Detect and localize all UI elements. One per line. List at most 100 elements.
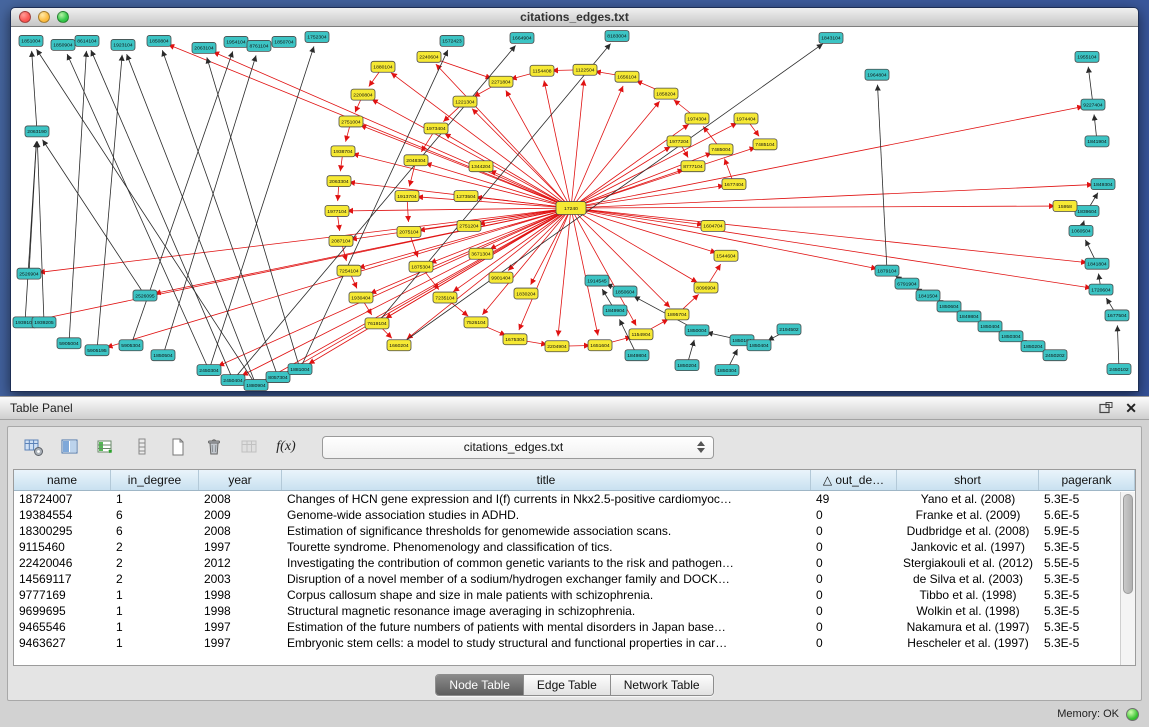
column-header-pagerank[interactable]: pagerank (1039, 470, 1135, 490)
graph-node[interactable]: 1221304 (453, 96, 477, 107)
graph-node[interactable]: 1752304 (305, 31, 329, 42)
graph-node[interactable]: 2751204 (457, 220, 481, 231)
graph-node[interactable]: 8096904 (694, 282, 718, 293)
graph-node[interactable]: 1843104 (819, 32, 843, 43)
table-row[interactable]: 946554611997Estimation of the future num… (14, 619, 1135, 635)
graph-node[interactable]: 1880904 (244, 380, 268, 391)
graph-node[interactable]: 1850004 (685, 325, 709, 336)
graph-node[interactable]: 1974404 (734, 113, 758, 124)
column-header-in_degree[interactable]: in_degree (111, 470, 199, 490)
graph-node[interactable]: 2063304 (327, 176, 351, 187)
graph-node[interactable]: 1841804 (1085, 258, 1109, 269)
column-header-short[interactable]: short (897, 470, 1039, 490)
graph-node[interactable]: 1850404 (978, 321, 1002, 332)
graph-node[interactable]: 1849804 (957, 311, 981, 322)
table-row[interactable]: 969969511998Structural magnetic resonanc… (14, 603, 1135, 619)
graph-node[interactable]: 1850604 (937, 301, 961, 312)
table-row[interactable]: 2242004622012Investigating the contribut… (14, 555, 1135, 571)
graph-node[interactable]: 1974304 (685, 113, 709, 124)
graph-node[interactable]: 7485004 (709, 144, 733, 155)
graph-node[interactable]: 9901404 (489, 272, 513, 283)
graph-node[interactable]: 2450202 (1043, 350, 1067, 361)
graph-node[interactable]: 1122504 (573, 64, 597, 75)
table-row[interactable]: 1872400712008Changes of HCN gene express… (14, 491, 1135, 507)
table-select-dropdown[interactable]: citations_edges.txt (322, 436, 714, 459)
graph-node[interactable]: 1880104 (371, 61, 395, 72)
graph-node[interactable]: 1850304 (715, 365, 739, 376)
graph-node[interactable]: 1651604 (588, 340, 612, 351)
graph-node[interactable]: 1154904 (629, 329, 653, 340)
table-scrollbar[interactable] (1120, 492, 1135, 665)
graph-node[interactable]: 3671304 (469, 248, 493, 259)
graph-node[interactable]: 1913704 (395, 191, 419, 202)
graph-node[interactable]: 1850604 (613, 286, 637, 297)
graph-node[interactable]: 7235104 (433, 292, 457, 303)
graph-node[interactable]: 1660204 (387, 340, 411, 351)
zoom-window-button[interactable] (57, 11, 69, 23)
graph-node[interactable]: 1841904 (1085, 136, 1109, 147)
graph-node[interactable]: 1879104 (875, 265, 899, 276)
memory-indicator[interactable] (1126, 708, 1139, 721)
graph-node[interactable]: 7254104 (337, 265, 361, 276)
graph-node[interactable]: 7485104 (753, 139, 777, 150)
graph-node[interactable]: 1830204 (514, 288, 538, 299)
graph-node[interactable]: 2450102 (1107, 364, 1131, 375)
graph-node[interactable]: 1955104 (1075, 51, 1099, 62)
graph-node[interactable]: 2063190 (25, 126, 49, 137)
table-row[interactable]: 1456911722003Disruption of a novel membe… (14, 571, 1135, 587)
graph-node[interactable]: 1923104 (111, 39, 135, 50)
graph-node[interactable]: 2087104 (329, 235, 353, 246)
graph-node[interactable]: 2526095 (133, 290, 157, 301)
graph-node[interactable]: 1938704 (331, 146, 355, 157)
graph-node[interactable]: 1881004 (288, 364, 312, 375)
column-header-year[interactable]: year (199, 470, 282, 490)
graph-node[interactable]: 1850704 (272, 36, 296, 47)
table-settings-button[interactable] (20, 434, 48, 460)
graph-node[interactable]: 7526104 (464, 317, 488, 328)
graph-node[interactable]: 1604704 (701, 220, 725, 231)
table-scrollbar-thumb[interactable] (1123, 494, 1133, 594)
graph-node[interactable]: 1895704 (665, 309, 689, 320)
column-header-title[interactable]: title (282, 470, 811, 490)
graph-node[interactable]: 8183004 (605, 30, 629, 41)
graph-node[interactable]: 2271804 (489, 76, 513, 87)
graph-node[interactable]: 8761104 (247, 40, 271, 51)
column-visibility-button[interactable] (56, 434, 84, 460)
network-canvas-svg[interactable]: 1851004185090486141041923104185080420631… (11, 27, 1138, 391)
graph-node[interactable]: 1914545 (585, 275, 609, 286)
graph-node[interactable]: 7619104 (365, 318, 389, 329)
column-header-name[interactable]: name (14, 470, 111, 490)
graph-node[interactable]: 1850904 (51, 39, 75, 50)
graph-node[interactable]: 5905304 (119, 340, 143, 351)
graph-node[interactable]: 8614104 (75, 35, 99, 46)
graph-node[interactable]: 1939205 (32, 317, 56, 328)
table-edit-button[interactable] (92, 434, 120, 460)
close-window-button[interactable] (19, 11, 31, 23)
graph-node[interactable]: 1977104 (325, 206, 349, 217)
row-tools-button[interactable] (128, 434, 156, 460)
graph-node[interactable]: 1875304 (409, 261, 433, 272)
graph-node[interactable]: 1849904 (603, 305, 627, 316)
graph-node[interactable]: 9227404 (1081, 99, 1105, 110)
graph-node[interactable]: 2200804 (351, 89, 375, 100)
graph-node[interactable]: 2204904 (545, 341, 569, 352)
graph-node[interactable]: 8777104 (681, 161, 705, 172)
close-panel-icon[interactable]: ✕ (1123, 400, 1139, 416)
graph-node[interactable]: 1851004 (19, 35, 43, 46)
graph-node[interactable]: 1841504 (916, 290, 940, 301)
table-row[interactable]: 946362711997Embryonic stem cells: a mode… (14, 635, 1135, 651)
tab-node-table[interactable]: Node Table (436, 675, 524, 695)
graph-node[interactable]: 2063104 (192, 42, 216, 53)
graph-node[interactable]: 1849304 (1091, 179, 1115, 190)
graph-node[interactable]: 1850504 (151, 350, 175, 361)
graph-node[interactable]: 1273504 (454, 191, 478, 202)
new-table-button[interactable] (164, 434, 192, 460)
graph-node[interactable]: 1850204 (675, 360, 699, 371)
graph-node[interactable]: 1060504 (1069, 225, 1093, 236)
graph-node[interactable]: 1656104 (615, 71, 639, 82)
graph-node[interactable]: 17240 (556, 202, 586, 215)
graph-node[interactable]: 2526904 (17, 268, 41, 279)
graph-node[interactable]: 15958 (1053, 201, 1077, 212)
graph-node[interactable]: 1572423 (440, 35, 464, 46)
graph-node[interactable]: 1154408 (530, 65, 554, 76)
